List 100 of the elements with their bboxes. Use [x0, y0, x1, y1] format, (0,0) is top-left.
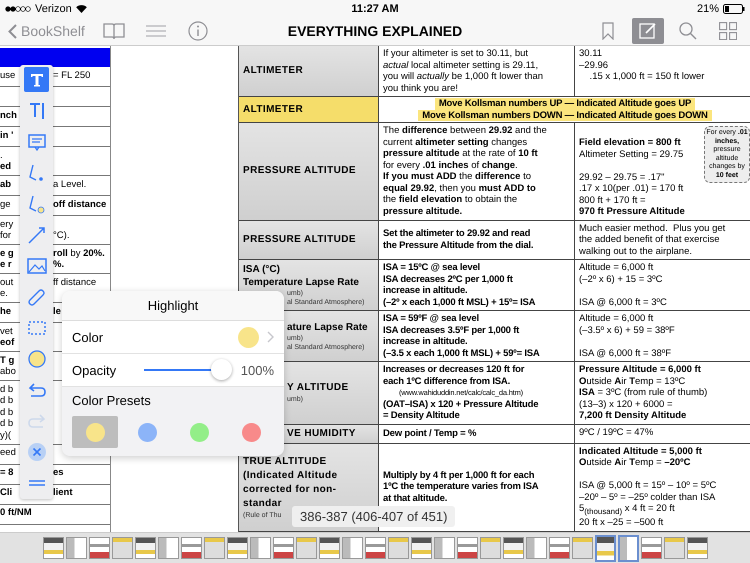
page-thumbnail[interactable] — [42, 537, 64, 559]
cell-text: eof — [0, 337, 14, 348]
cell-text: Multiply by 4 ft per 1,000 ft for each — [383, 470, 536, 482]
page-thumbnail[interactable] — [388, 537, 408, 559]
page-number-label: 386-387 (406-407 of 451) — [292, 506, 456, 527]
cell-text: corrected for non- — [243, 482, 336, 497]
cell-text: 0 ft/NM — [0, 507, 32, 518]
cell-text: increase in altitude. — [383, 285, 468, 296]
cell-text: ALTIMETER — [243, 64, 304, 78]
cell-text: the Pressure Altitude from the dial. — [383, 240, 534, 252]
page-thumbnail[interactable] — [502, 537, 524, 559]
page-thumbnail[interactable] — [226, 537, 248, 559]
cell-text: .15 x 1,000 ft = 150 ft lower — [588, 71, 706, 82]
cell-text: increase in altitude. — [383, 336, 468, 348]
cell-text: The difference between 29.92 and the — [383, 125, 548, 136]
slider-thumb[interactable] — [210, 359, 232, 380]
page-thumbnail[interactable] — [134, 537, 156, 559]
annotate-icon[interactable] — [632, 18, 664, 44]
cell-text: 1ºC the temperature varies from ISA — [383, 481, 540, 493]
page-thumbnail[interactable] — [342, 537, 362, 559]
cell-text: vet — [0, 326, 13, 336]
cell-text: .17 x 10(per .01) = 170 ft — [579, 183, 684, 194]
page-thumbnail[interactable] — [686, 537, 708, 559]
cell-text: 7,200 ft Density Altitude — [579, 410, 688, 422]
page-thumbnail[interactable] — [434, 537, 454, 559]
page-thumbnail[interactable] — [456, 537, 478, 559]
cell-text: (–3.5º x 6) + 59 = 38ºF — [579, 324, 676, 336]
opacity-value: 100% — [240, 362, 274, 378]
cell-text: ff distance — [53, 276, 96, 288]
cell-text: = FL 250 — [53, 70, 90, 80]
cell-text: d b — [0, 384, 14, 394]
cell-text: equal 29.92, then you must ADD to — [383, 182, 537, 194]
cell-text: ISA @ 6,000 ft = 3ºC — [579, 296, 668, 308]
page-thumbnail[interactable] — [66, 537, 86, 559]
color-preset[interactable] — [72, 416, 118, 448]
page-thumbnail[interactable] — [526, 537, 546, 559]
cell-text: abo — [0, 366, 16, 377]
cell-text: T g — [0, 354, 14, 366]
cell-text: pressure altitude. — [383, 206, 464, 217]
cell-text: 9ºC / 19ºC = 47% — [579, 426, 654, 438]
cell-text: a Level. — [53, 178, 86, 190]
page-thumbnail[interactable] — [618, 534, 638, 562]
cell-text: current altimeter setting changes — [383, 136, 528, 148]
cell-text: –20º – 5º = –25º colder than ISA — [579, 492, 716, 503]
page-thumbnail[interactable] — [180, 537, 202, 559]
color-swatch[interactable] — [238, 326, 259, 348]
cell-text: y)( — [0, 430, 12, 440]
page-thumbnail[interactable] — [640, 537, 662, 559]
cell-text: Cli — [0, 487, 12, 498]
page-thumbnail[interactable] — [480, 537, 500, 559]
cell-text: pressure altitude at the rate of 10 ft — [383, 148, 539, 160]
cell-text: use — [0, 70, 16, 80]
page-thumbnail[interactable] — [410, 537, 432, 559]
cell-text: Indicated Altitude = 5,000 ft — [579, 446, 703, 457]
page-thumbnail[interactable] — [204, 537, 224, 559]
cell-text: lient — [53, 487, 73, 498]
cell-text: Altitude = 6,000 ft — [579, 262, 654, 274]
cell-text: nch — [0, 110, 17, 120]
cell-text: °C). — [53, 230, 70, 241]
page-thumbnail[interactable] — [250, 537, 270, 559]
page-thumbnail[interactable] — [572, 537, 592, 559]
cell-text: Outside Air Temp = –20ºC — [579, 457, 692, 468]
cell-text: (13–3) x 120 + 6000 = — [579, 398, 674, 410]
cell-text: ISA = 15ºC @ sea level — [383, 262, 481, 274]
cell-text: Altimeter Setting = 29.75 — [579, 148, 684, 160]
cell-text: ALTIMETER — [243, 102, 304, 116]
page-thumbnail[interactable] — [594, 534, 616, 562]
opacity-slider[interactable] — [144, 359, 233, 381]
cell-text: %. — [53, 259, 64, 270]
text-tool-icon[interactable] — [24, 67, 49, 92]
cell-text: 20 ft x –25 = –500 ft — [579, 517, 664, 529]
page-thumbnail[interactable] — [296, 537, 316, 559]
cell-text: If your altimeter is set to 30.11, but — [383, 48, 530, 60]
cell-text: roll by 20%. — [53, 248, 105, 258]
cell-text: (Indicated Altitude — [243, 468, 338, 483]
page-thumbnail[interactable] — [88, 537, 110, 559]
cell-text: 800 ft + 170 ft = — [579, 194, 647, 206]
page-thumbnail[interactable] — [272, 537, 294, 559]
page-thumbnail[interactable] — [112, 537, 132, 559]
book-title: EVERYTHING EXPLAINED — [288, 23, 462, 39]
cell-text: = 8 — [0, 467, 14, 478]
color-label: Color — [72, 330, 104, 344]
cell-text: Field elevation = 800 ft — [579, 137, 682, 148]
cell-text: 30.11 — [579, 48, 604, 60]
cell-text: (OAT–ISA) x 120 + Pressure Altitude — [383, 398, 540, 410]
cell-text: ab — [0, 178, 12, 190]
cell-text: each 1ºC difference from ISA. — [383, 376, 512, 387]
page-thumbnail[interactable] — [158, 537, 178, 559]
page-thumbnail[interactable] — [664, 537, 684, 559]
page-thumbnail[interactable] — [548, 537, 570, 559]
back-button[interactable]: BookShelf — [8, 19, 85, 43]
cell-text: for every .01 inches of change. — [383, 160, 519, 171]
page-thumbnail[interactable] — [364, 537, 386, 559]
popover-title: Highlight — [62, 291, 284, 321]
cell-text: Y ALTITUDE — [287, 381, 349, 396]
cell-text: the field elevation to obtain the — [383, 194, 518, 206]
cell-text: PRESSURE ALTITUDE — [243, 232, 356, 247]
page-thumbnail[interactable] — [318, 537, 340, 559]
cell-text: Dew point / Temp = % — [383, 428, 478, 440]
carrier-name: Verizon — [35, 2, 72, 14]
